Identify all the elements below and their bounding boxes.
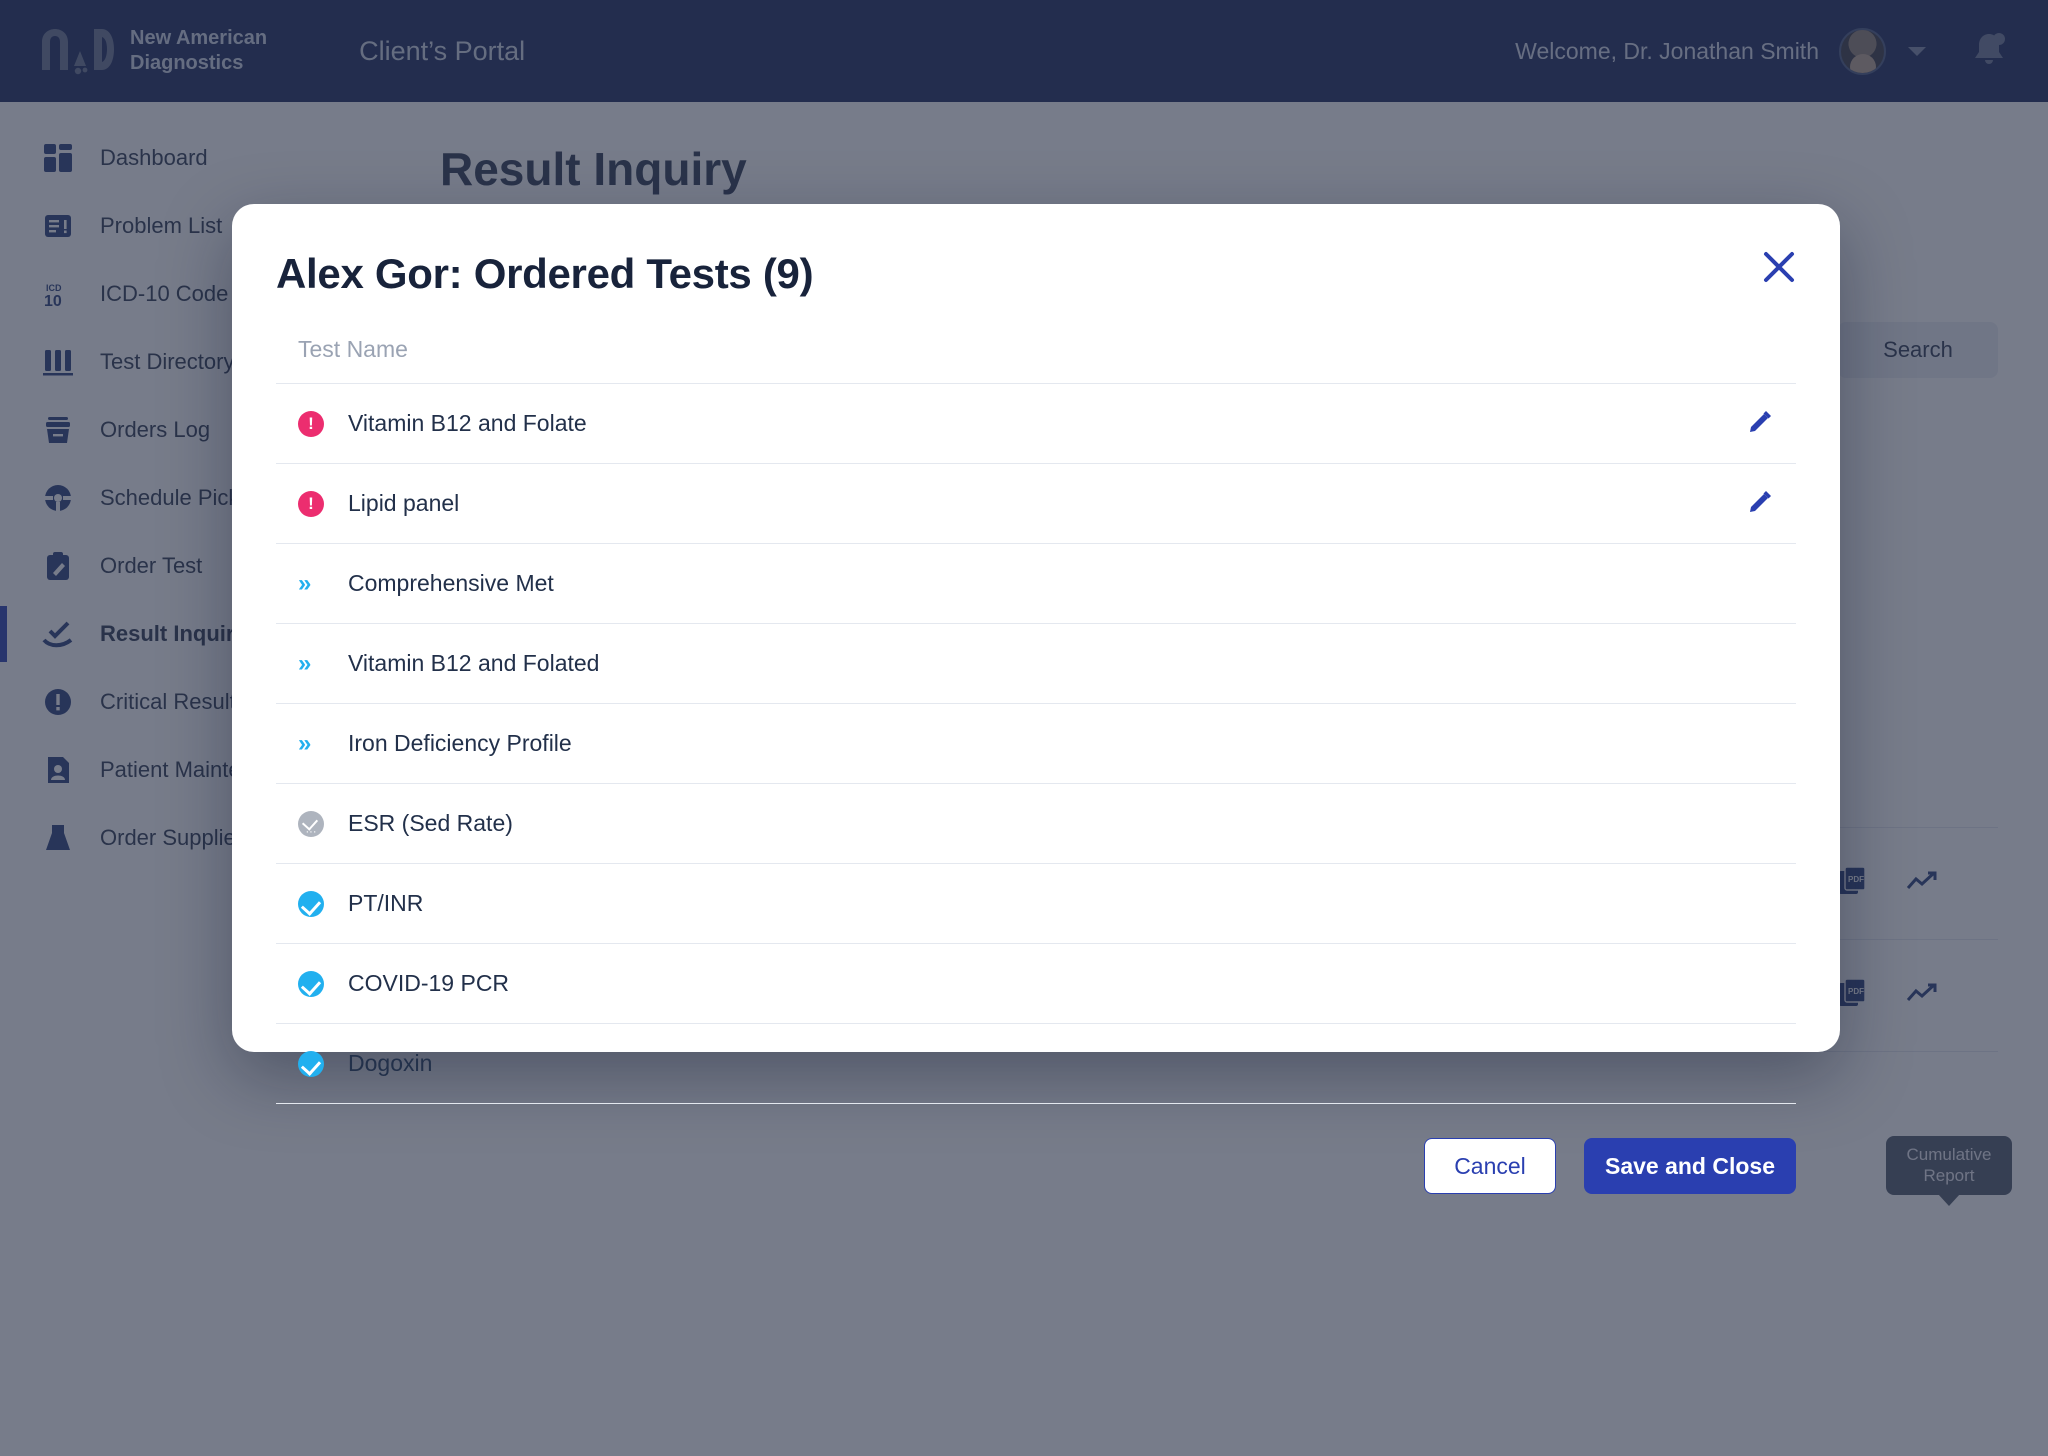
list-item[interactable]: COVID-19 PCR [276,944,1796,1024]
list-item[interactable]: Vitamin B12 and Folate [276,384,1796,464]
edit-pencil-icon[interactable] [1748,408,1774,440]
list-item[interactable]: » Vitamin B12 and Folated [276,624,1796,704]
test-name: COVID-19 PCR [348,970,510,996]
check-status-icon [298,890,344,917]
chevron-double-right-icon: » [298,569,312,597]
test-name: Vitamin B12 and Folated [348,650,600,676]
list-item[interactable]: ESR (Sed Rate) [276,784,1796,864]
list-item[interactable]: Dogoxin [276,1024,1796,1104]
edit-pencil-icon[interactable] [1748,488,1774,520]
ordered-tests-list: Vitamin B12 and Folate Lipid panel » Com… [276,383,1796,1104]
check-status-icon [298,970,344,997]
list-item[interactable]: » Iron Deficiency Profile [276,704,1796,784]
list-item[interactable]: PT/INR [276,864,1796,944]
chevron-double-right-icon: » [298,649,312,677]
modal-footer: Cancel Save and Close [276,1104,1796,1234]
test-name: Lipid panel [348,490,460,516]
danger-status-icon [298,490,344,517]
test-name: PT/INR [348,890,424,916]
list-item[interactable]: Lipid panel [276,464,1796,544]
test-name: Vitamin B12 and Folate [348,410,587,436]
test-name: ESR (Sed Rate) [348,810,513,836]
chevron-double-right-icon: » [298,729,312,757]
close-icon[interactable] [1762,250,1796,289]
cancel-button[interactable]: Cancel [1424,1138,1556,1194]
test-name: Comprehensive Met [348,570,554,596]
danger-status-icon [298,410,344,437]
ordered-tests-modal: Alex Gor: Ordered Tests (9) Test Name Vi… [232,204,1840,1194]
modal-header: Alex Gor: Ordered Tests (9) [276,250,1796,298]
test-name: Iron Deficiency Profile [348,730,572,756]
test-name: Dogoxin [348,1050,433,1076]
list-item[interactable]: » Comprehensive Met [276,544,1796,624]
column-header-test-name: Test Name [298,336,408,362]
pending-status-icon [298,810,344,837]
save-and-close-button[interactable]: Save and Close [1584,1138,1796,1194]
modal-title: Alex Gor: Ordered Tests (9) [276,250,814,297]
app-root: New American Diagnostics Client’s Portal… [0,0,2048,1456]
check-status-icon [298,1050,344,1077]
